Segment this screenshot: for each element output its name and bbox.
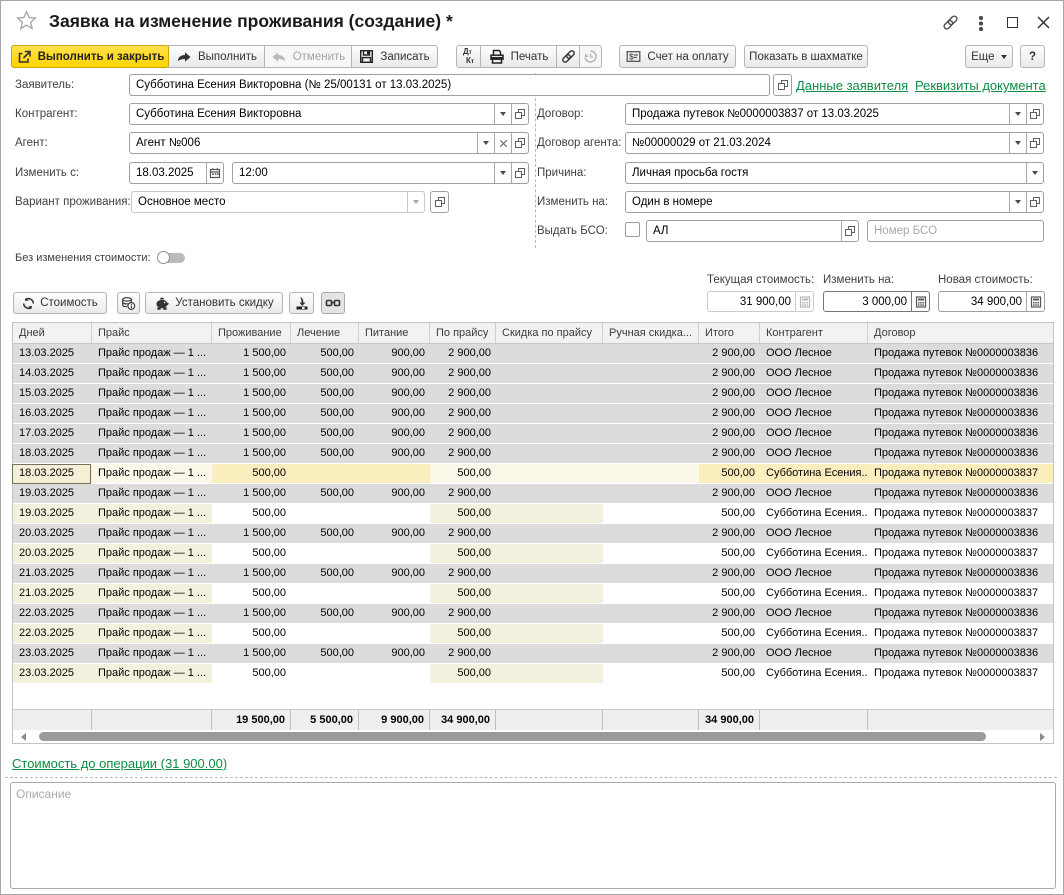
- svg-text:$: $: [629, 52, 634, 62]
